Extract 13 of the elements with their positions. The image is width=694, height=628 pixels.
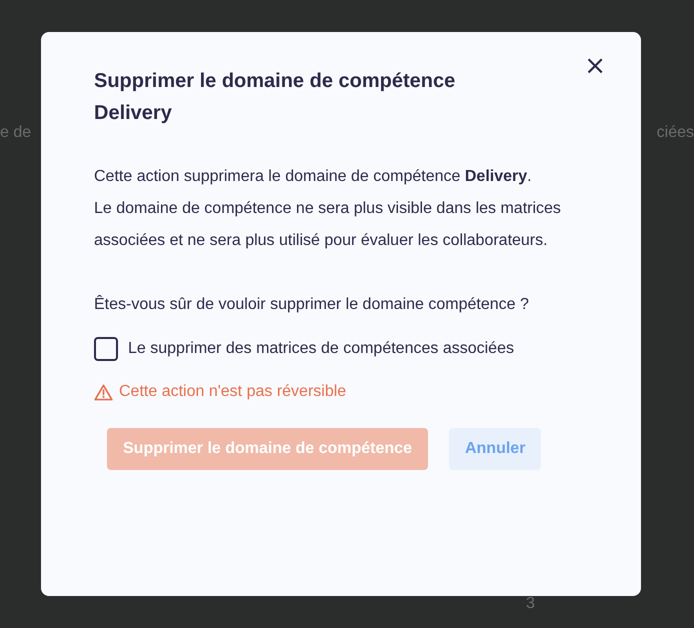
page-number: 3 (526, 595, 535, 612)
warning-text: Cette action n'est pas réversible (119, 383, 346, 401)
dialog-text: Le domaine de compétence ne sera plus visible dans les matrices associées et ne sera plus utilisé pour évaluer les collaborateurs. (94, 199, 562, 251)
checkbox[interactable] (94, 337, 118, 361)
background-text: e de (0, 123, 32, 143)
close-button[interactable]: × (584, 56, 606, 80)
background-text: ciées (656, 123, 694, 143)
dialog-text: Cette action supprimera le domaine de compétence Delivery. (94, 167, 533, 187)
confirmation-question: Êtes-vous sûr de vouloir supprimer le domaine compétence ? (94, 294, 530, 315)
warning-icon (94, 384, 113, 400)
cancel-button[interactable]: Annuler (448, 428, 542, 470)
checkbox-label: Le supprimer des matrices de compétences associées (128, 340, 514, 358)
dialog-title: Supprimer le domaine de compétence Delivery (94, 69, 456, 126)
